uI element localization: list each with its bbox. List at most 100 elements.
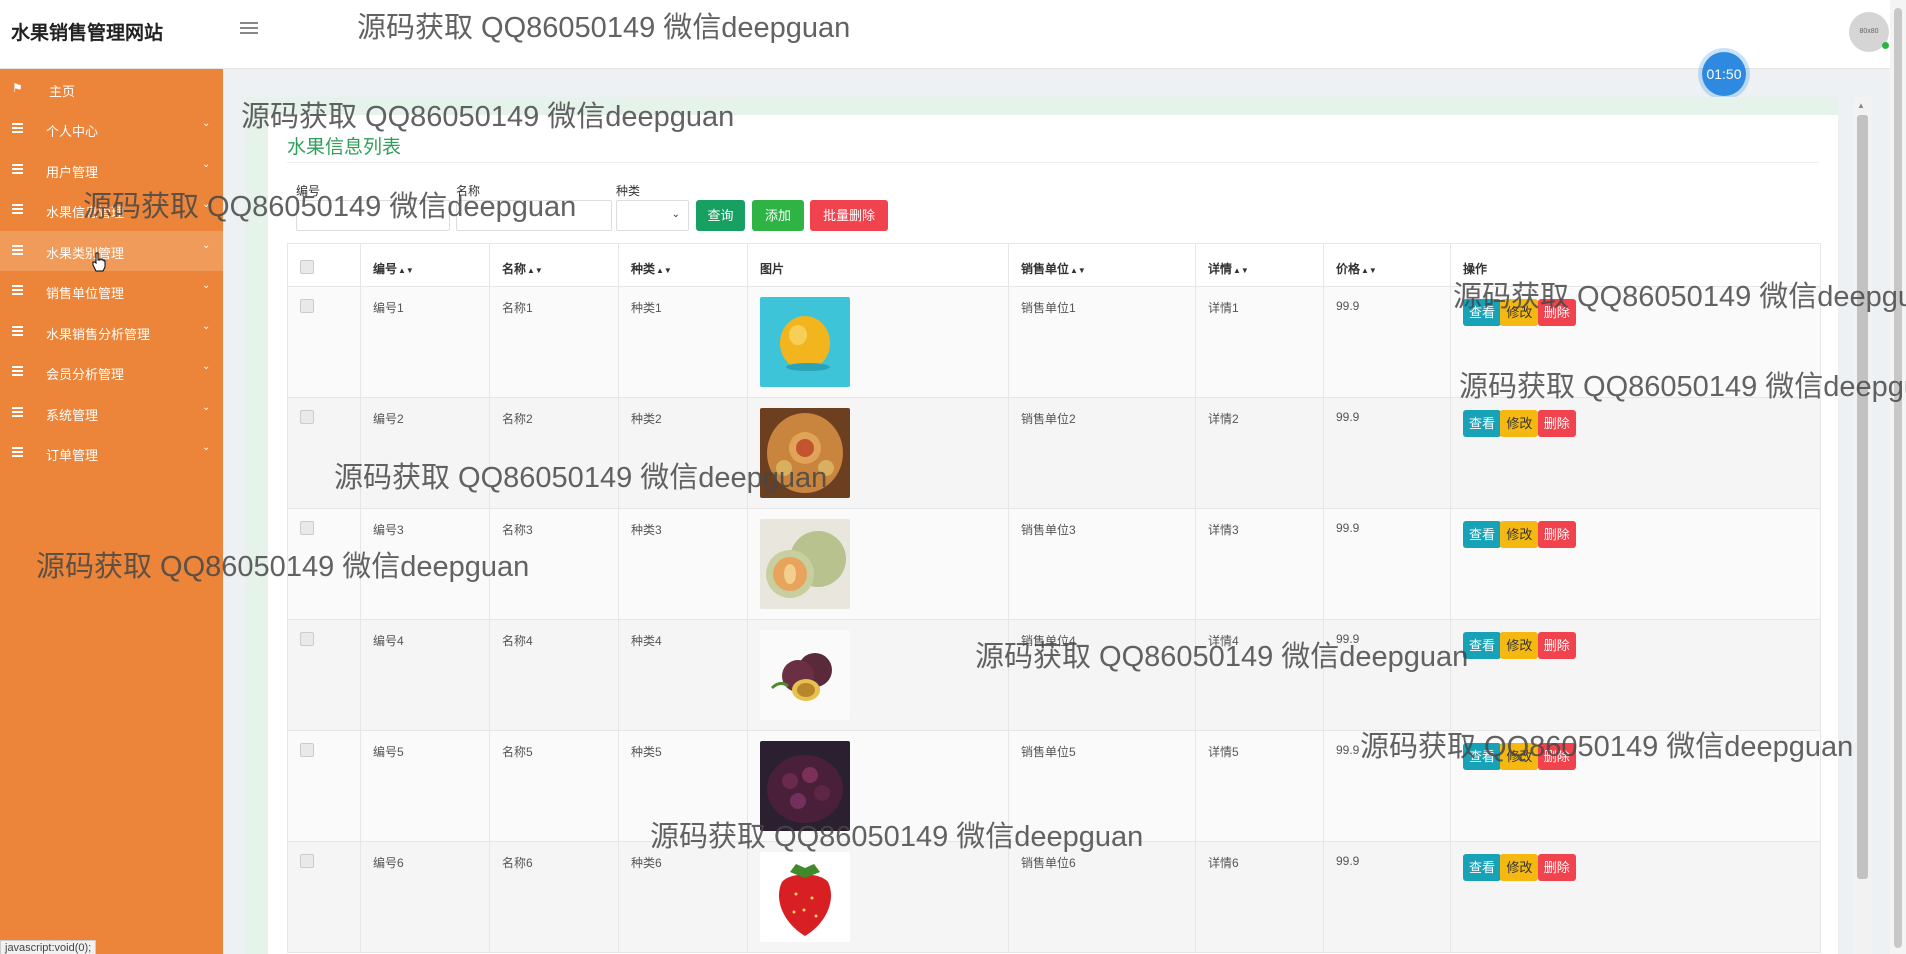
cell-name: 名称4	[489, 619, 619, 731]
delete-button[interactable]: 删除	[1537, 521, 1576, 548]
sidebar-item-fruit-category[interactable]: 水果类别管理 ⌄	[0, 231, 223, 271]
column-header-price[interactable]: 价格▲▼	[1323, 243, 1451, 287]
sidebar-item-label: 水果类别管理	[46, 246, 125, 261]
view-button[interactable]: 查看	[1463, 410, 1502, 437]
cell-detail: 详情3	[1195, 508, 1324, 620]
view-button[interactable]: 查看	[1463, 521, 1502, 548]
passion-fruit-image	[760, 630, 850, 720]
divider	[287, 162, 1819, 163]
delete-button[interactable]: 删除	[1537, 299, 1576, 326]
row-checkbox[interactable]	[300, 410, 314, 424]
column-header-unit[interactable]: 销售单位▲▼	[1008, 243, 1196, 287]
sidebar-item-fruit-info[interactable]: 水果信息管理 ⌄	[0, 190, 223, 230]
code-label: 编号	[296, 184, 321, 198]
view-button[interactable]: 查看	[1463, 743, 1502, 770]
sort-icon: ▲▼	[1233, 266, 1249, 275]
row-checkbox[interactable]	[300, 632, 314, 646]
cell-code: 编号5	[360, 730, 490, 842]
column-header-name[interactable]: 名称▲▼	[489, 243, 619, 287]
cell-name: 名称2	[489, 397, 619, 509]
edit-button[interactable]: 修改	[1500, 521, 1539, 548]
sort-icon: ▲▼	[656, 266, 672, 275]
sidebar-item-label: 主页	[49, 84, 76, 99]
column-header-code[interactable]: 编号▲▼	[360, 243, 490, 287]
caret-icon: ⌄	[202, 280, 211, 291]
list-icon	[12, 326, 23, 337]
online-status-dot	[1882, 42, 1889, 49]
table-row: 编号5 名称5 种类5 销售单位5 详情5 99.9 查看 修改 删除	[287, 730, 1821, 842]
column-header-label: 详情	[1208, 262, 1233, 276]
code-input[interactable]	[296, 200, 450, 231]
sidebar-item-home[interactable]: ⚑ 主页	[0, 69, 223, 109]
column-header-type[interactable]: 种类▲▼	[618, 243, 748, 287]
lemon-image	[760, 297, 850, 387]
view-button[interactable]: 查看	[1463, 632, 1502, 659]
scroll-up-icon[interactable]: ▲	[1857, 101, 1865, 110]
type-select[interactable]: ⌄	[616, 200, 689, 231]
row-checkbox[interactable]	[300, 521, 314, 535]
sidebar-item-system[interactable]: 系统管理 ⌄	[0, 393, 223, 433]
view-button[interactable]: 查看	[1463, 299, 1502, 326]
delete-button[interactable]: 删除	[1537, 410, 1576, 437]
edit-button[interactable]: 修改	[1500, 410, 1539, 437]
batch-delete-button[interactable]: 批量删除	[810, 200, 888, 231]
cell-image	[747, 286, 1009, 398]
list-icon	[12, 366, 23, 377]
row-checkbox[interactable]	[300, 299, 314, 313]
sidebar-item-sales-analysis[interactable]: 水果销售分析管理 ⌄	[0, 312, 223, 352]
column-header-label: 种类	[631, 262, 656, 276]
cell-code: 编号3	[360, 508, 490, 620]
sidebar-item-label: 会员分析管理	[46, 367, 125, 382]
cell-actions: 查看 修改 删除	[1450, 730, 1821, 842]
column-header-detail[interactable]: 详情▲▼	[1195, 243, 1324, 287]
cell-name: 名称3	[489, 508, 619, 620]
cell-actions: 查看 修改 删除	[1450, 397, 1821, 509]
sidebar-item-users[interactable]: 用户管理 ⌄	[0, 150, 223, 190]
sidebar-item-label: 系统管理	[46, 408, 99, 423]
timer-badge[interactable]: 01:50	[1702, 52, 1746, 96]
menu-toggle-icon[interactable]	[240, 22, 258, 36]
column-header-label: 操作	[1463, 262, 1488, 276]
edit-button[interactable]: 修改	[1500, 632, 1539, 659]
edit-button[interactable]: 修改	[1500, 299, 1539, 326]
select-all-checkbox[interactable]	[300, 260, 314, 274]
column-header-label: 名称	[502, 262, 527, 276]
list-icon	[12, 204, 23, 215]
query-button[interactable]: 查询	[696, 200, 745, 231]
cell-type: 种类6	[618, 841, 748, 953]
cell-name: 名称6	[489, 841, 619, 953]
name-input[interactable]	[456, 200, 612, 231]
top-bar: 水果销售管理网站 80x80	[0, 0, 1906, 69]
cell-image	[747, 619, 1009, 731]
row-select-cell	[287, 619, 361, 731]
cell-image	[747, 508, 1009, 620]
sidebar-item-label: 水果销售分析管理	[46, 327, 151, 342]
cell-name: 名称5	[489, 730, 619, 842]
caret-icon: ⌄	[202, 159, 211, 170]
list-icon	[12, 164, 23, 175]
add-button[interactable]: 添加	[752, 200, 804, 231]
edit-button[interactable]: 修改	[1500, 743, 1539, 770]
caret-icon: ⌄	[202, 118, 211, 129]
view-button[interactable]: 查看	[1463, 854, 1502, 881]
list-icon	[12, 123, 23, 134]
row-select-cell	[287, 730, 361, 842]
cell-type: 种类2	[618, 397, 748, 509]
delete-button[interactable]: 删除	[1537, 743, 1576, 770]
row-checkbox[interactable]	[300, 743, 314, 757]
edit-button[interactable]: 修改	[1500, 854, 1539, 881]
cell-code: 编号1	[360, 286, 490, 398]
delete-button[interactable]: 删除	[1537, 632, 1576, 659]
sidebar-item-personal-center[interactable]: 个人中心 ⌄	[0, 109, 223, 149]
cell-detail: 详情4	[1195, 619, 1324, 731]
column-header-label: 编号	[373, 262, 398, 276]
window-scrollbar-thumb[interactable]	[1894, 8, 1902, 948]
cell-name: 名称1	[489, 286, 619, 398]
row-checkbox[interactable]	[300, 854, 314, 868]
sidebar-item-sales-unit[interactable]: 销售单位管理 ⌄	[0, 271, 223, 311]
sidebar-item-orders[interactable]: 订单管理 ⌄	[0, 433, 223, 473]
type-label: 种类	[616, 184, 641, 198]
content-scrollbar-thumb[interactable]	[1857, 115, 1868, 879]
sidebar-item-member-analysis[interactable]: 会员分析管理 ⌄	[0, 352, 223, 392]
delete-button[interactable]: 删除	[1537, 854, 1576, 881]
